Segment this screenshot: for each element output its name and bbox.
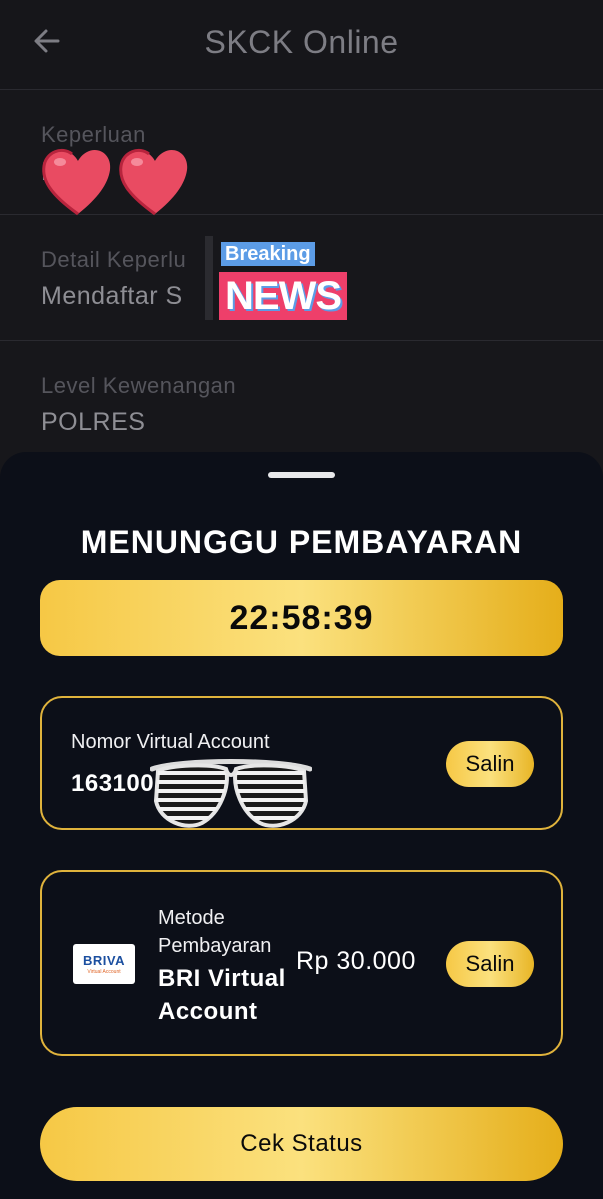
briva-logo-subtext: Virtual Account: [87, 969, 121, 975]
sticker-bar: [205, 236, 213, 320]
briva-logo: BRIVA Virtual Account: [73, 944, 135, 984]
page-title: SKCK Online: [204, 24, 399, 60]
briva-logo-text: BRIVA: [83, 953, 125, 968]
sheet-title: MENUNGGU PEMBAYARAN: [80, 524, 523, 560]
breaking-news-sticker: Breaking NEWS: [205, 236, 375, 326]
sheet-drag-handle[interactable]: [268, 472, 335, 478]
app-bar: SKCK Online: [0, 0, 603, 90]
virtual-account-number: 163100: [71, 770, 155, 797]
breaking-label: Breaking: [221, 242, 315, 266]
copy-amount-button[interactable]: Salin: [446, 941, 534, 987]
hearts-sticker-icon: [42, 149, 188, 216]
field-value: Mendaftar S: [41, 282, 183, 310]
virtual-account-label: Nomor Virtual Account: [71, 731, 270, 753]
field-label: Level Kewenangan: [41, 373, 237, 398]
field-level-kewenangan: Level Kewenangan POLRES: [0, 342, 603, 467]
payment-amount: Rp 30.000: [296, 947, 416, 975]
copy-va-button[interactable]: Salin: [446, 741, 534, 787]
news-label: NEWS: [219, 272, 347, 320]
payment-method-value: BRI Virtual Account: [158, 965, 286, 1025]
payment-method-label: Metode Pembayaran: [158, 907, 272, 957]
shutter-shades-sticker-icon: [150, 759, 312, 828]
payment-method-card: BRIVA Virtual Account Metode Pembayaran …: [40, 870, 563, 1056]
check-status-button[interactable]: Cek Status: [40, 1107, 563, 1181]
field-value: POLRES: [41, 408, 146, 436]
field-label: Detail Keperlu: [41, 247, 187, 272]
countdown-timer: 22:58:39: [40, 580, 563, 656]
